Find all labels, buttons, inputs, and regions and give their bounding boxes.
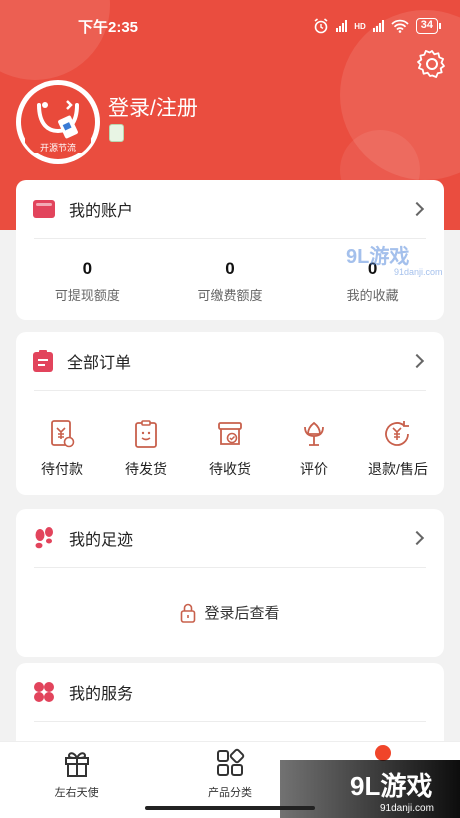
status-bar: 下午2:35 HD 34 <box>0 0 460 52</box>
clipboard-icon <box>33 350 53 372</box>
gift-icon <box>64 752 89 777</box>
signal-icon-2 <box>372 20 384 32</box>
watermark-top: 9L游戏 91danji.com <box>346 246 443 277</box>
tab-angels[interactable]: 左右天使 <box>17 748 137 818</box>
order-pending-receipt[interactable]: 待收货 <box>188 419 272 479</box>
status-icons: HD 34 <box>313 18 442 34</box>
alarm-icon <box>314 18 328 34</box>
refund-yen-icon <box>385 421 409 446</box>
stat-withdrawable[interactable]: 0 可提现额度 <box>17 259 157 304</box>
account-title: 我的账户 <box>69 203 134 220</box>
chevron-right-icon <box>409 530 425 546</box>
login-register-link[interactable]: 登录/注册 <box>108 92 198 122</box>
chevron-right-icon <box>409 353 425 369</box>
footprint-title: 我的足迹 <box>69 532 134 549</box>
order-refund[interactable]: 退款/售后 <box>356 419 440 479</box>
footprint-card: 我的足迹 登录后查看 <box>16 509 444 657</box>
orders-header[interactable]: 全部订单 <box>16 332 444 390</box>
account-header[interactable]: 我的账户 <box>16 180 444 238</box>
locked-text: 登录后查看 <box>204 605 280 622</box>
services-header[interactable]: 我的服务 <box>16 663 444 721</box>
wallet-icon <box>33 200 55 218</box>
footprint-header[interactable]: 我的足迹 <box>16 509 444 567</box>
avatar-text: 开源节流 <box>39 143 76 153</box>
lock-icon <box>181 603 196 623</box>
category-icon <box>216 748 245 776</box>
box-check-icon <box>218 422 242 445</box>
order-status-row: 待付款 待发货 待收货 评价 退款/售后 <box>16 391 444 479</box>
home-indicator[interactable] <box>145 806 315 810</box>
flower-icon <box>304 421 324 446</box>
stat-payable[interactable]: 0 可缴费额度 <box>160 259 300 304</box>
order-pending-payment[interactable]: 待付款 <box>20 419 104 479</box>
signal-icon <box>336 20 348 32</box>
settings-gear-icon[interactable] <box>416 48 448 80</box>
services-title: 我的服务 <box>69 686 134 703</box>
status-time: 下午2:35 <box>78 18 139 36</box>
chevron-right-icon <box>409 201 425 217</box>
avatar[interactable]: 开源节流 <box>16 80 100 164</box>
wallet-yen-icon <box>51 420 75 448</box>
clover-icon <box>34 682 54 702</box>
footprint-icon <box>35 527 53 549</box>
battery-indicator: 34 <box>415 18 442 34</box>
order-pending-shipment[interactable]: 待发货 <box>104 419 188 479</box>
orders-title: 全部订单 <box>67 355 132 372</box>
order-review[interactable]: 评价 <box>272 419 356 479</box>
login-to-view[interactable]: 登录后查看 <box>16 568 444 623</box>
wifi-icon <box>391 19 409 33</box>
orders-card: 全部订单 待付款 待发货 待收货 评价 退款/售后 <box>16 332 444 495</box>
notification-dot <box>375 745 391 761</box>
network-label: HD <box>354 21 366 31</box>
member-badge <box>109 124 124 142</box>
clipboard-face-icon <box>135 420 157 448</box>
